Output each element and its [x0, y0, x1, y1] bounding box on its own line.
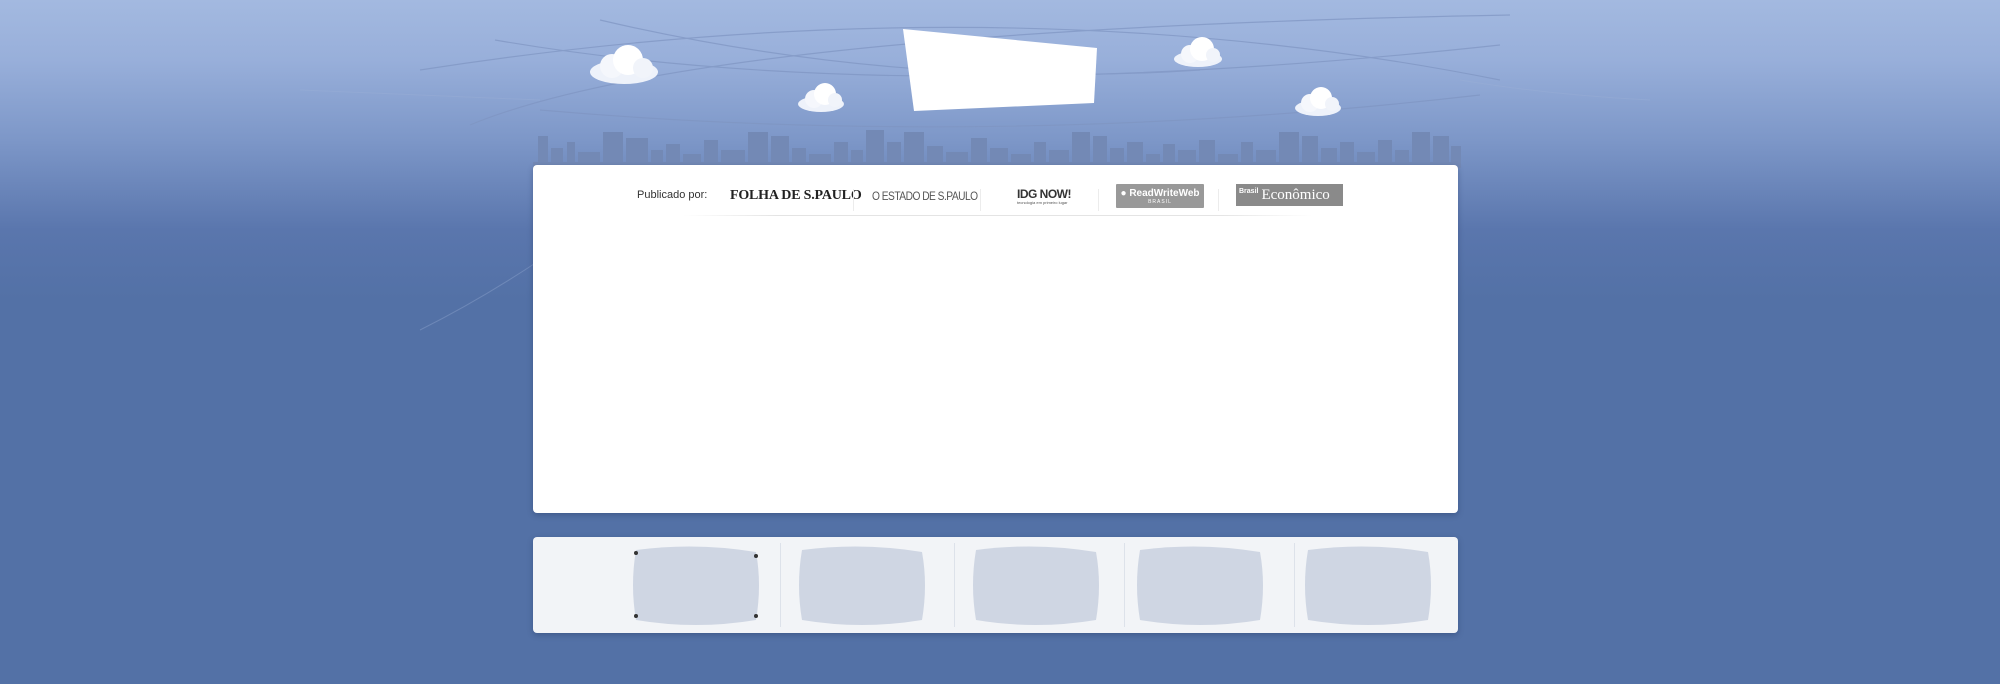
outlet-sub: BRASIL [1148, 198, 1172, 205]
main-content-panel: Publicado por: FOLHA DE S.PAULO O ESTADO… [533, 165, 1458, 513]
thumbnail-placeholder [1305, 546, 1431, 625]
separator [980, 189, 981, 211]
thumbnail-placeholder [973, 546, 1099, 625]
outlet-name: Econômico [1261, 186, 1330, 203]
outlet-logo-brasil-economico[interactable]: Brasil Econômico [1236, 184, 1343, 206]
outlet-tagline: tecnologia em primeiro lugar [1017, 199, 1068, 205]
separator [1218, 189, 1219, 211]
thumbnail-placeholder [1137, 546, 1263, 625]
divider [683, 215, 1313, 216]
site-logo[interactable] [0, 0, 2000, 120]
separator [780, 543, 781, 627]
outlet-logo-estado[interactable]: O ESTADO DE S.PAULO [872, 183, 978, 209]
outlet-logo-readwriteweb[interactable]: ● ReadWriteWeb BRASIL [1116, 184, 1204, 208]
published-by-label: Publicado por: [637, 189, 708, 201]
thumbnail-4[interactable] [1136, 544, 1264, 626]
separator [1098, 189, 1099, 211]
thumbnail-3[interactable] [972, 544, 1100, 626]
outlet-name: IDG NOW! [1017, 186, 1072, 201]
thumbnail-placeholder [633, 546, 759, 625]
published-by-bar: Publicado por: FOLHA DE S.PAULO O ESTADO… [533, 183, 1458, 211]
outlet-name: O ESTADO DE S.PAULO [872, 189, 978, 203]
thumbnail-placeholder [799, 546, 925, 625]
city-skyline [533, 130, 1461, 168]
outlet-name: FOLHA DE S.PAULO [730, 188, 862, 203]
thumbnail-1[interactable] [632, 544, 760, 626]
outlet-logo-folha[interactable]: FOLHA DE S.PAULO [730, 183, 862, 209]
outlet-logo-idgnow[interactable]: IDG NOW! tecnologia em primeiro lugar [1017, 183, 1072, 209]
separator [1294, 543, 1295, 627]
rww-globe-icon: ● [1120, 187, 1127, 199]
separator [954, 543, 955, 627]
thumbnail-2[interactable] [798, 544, 926, 626]
thumbnail-strip [533, 537, 1458, 633]
thumbnail-5[interactable] [1304, 544, 1432, 626]
separator [1124, 543, 1125, 627]
outlet-name: ● ReadWriteWeb [1120, 187, 1200, 199]
separator [853, 189, 854, 211]
outlet-prefix: Brasil [1239, 188, 1259, 195]
